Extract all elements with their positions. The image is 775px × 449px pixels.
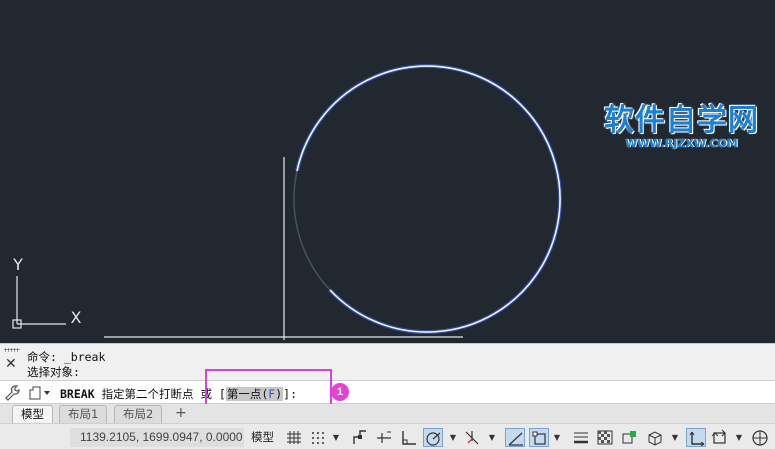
infer-constraints-icon[interactable]: [350, 428, 370, 447]
watermark: 软件自学网 WWW.RJZXW.COM: [604, 104, 759, 150]
object-snap-icon[interactable]: [529, 428, 549, 447]
close-icon[interactable]: ✕: [5, 356, 17, 372]
command-suffix: ]:: [283, 387, 298, 401]
option-first-point[interactable]: 第一点(F): [225, 387, 284, 401]
watermark-title: 软件自学网: [604, 103, 759, 138]
command-line[interactable]: BREAK 指定第二个打断点 或 [第一点(F)]:: [0, 380, 775, 404]
object-snap-dropdown-icon[interactable]: ▼: [552, 428, 562, 447]
drawing-svg[interactable]: Y X: [0, 0, 775, 343]
circle-arc-glow: [295, 64, 562, 334]
isodraft-icon[interactable]: [462, 428, 482, 447]
add-layout-icon[interactable]: +: [175, 405, 187, 421]
ortho-icon[interactable]: [399, 428, 419, 447]
model-space-button[interactable]: 模型: [247, 428, 278, 447]
wrench-icon[interactable]: [4, 384, 20, 402]
annotation-monitor-icon[interactable]: [710, 428, 730, 447]
drawing-canvas[interactable]: Y X 软件自学网 WWW.RJZXW.COM: [0, 0, 775, 343]
selection-cycling-icon[interactable]: [620, 428, 640, 447]
ucs-y-label: Y: [12, 255, 23, 274]
polar-dropdown-icon[interactable]: ▼: [448, 428, 458, 447]
tab-model[interactable]: 模型: [12, 405, 53, 423]
tab-layout1[interactable]: 布局1: [59, 405, 108, 423]
status-bar: 1139.2105, 1699.0947, 0.0000 模型 ▼ ▼ ▼ ▼ …: [0, 423, 775, 449]
snap-dropdown-icon[interactable]: ▼: [331, 428, 341, 447]
grid-icon[interactable]: [284, 428, 304, 447]
watermark-url: WWW.RJZXW.COM: [625, 137, 738, 150]
tab-layout2[interactable]: 布局2: [114, 405, 163, 423]
ucs-toggle-icon[interactable]: [686, 428, 706, 447]
history-line-1: 命令: _break: [27, 350, 106, 364]
annotation-badge: 1: [331, 383, 349, 401]
coordinates-readout[interactable]: 1139.2105, 1699.0947, 0.0000: [70, 428, 244, 447]
annotation-dropdown-icon[interactable]: ▼: [734, 428, 744, 447]
3d-object-snap-icon[interactable]: [645, 428, 665, 447]
command-prompt: 指定第二个打断点 或 [: [101, 387, 226, 401]
command-prompt-icon[interactable]: [28, 386, 52, 400]
isodraft-dropdown-icon[interactable]: ▼: [487, 428, 497, 447]
command-history: ✕ 命令: _break 选择对象:: [0, 343, 775, 380]
circle-removed-arc: [293, 170, 331, 291]
command-name: BREAK: [60, 387, 95, 401]
object-snap-tracking-icon[interactable]: [505, 428, 525, 447]
history-line-2: 选择对象:: [27, 365, 80, 379]
ucs-x-label: X: [71, 308, 82, 327]
transparency-icon[interactable]: [595, 428, 615, 447]
drag-grip-icon[interactable]: [4, 348, 20, 352]
lineweight-icon[interactable]: [571, 428, 591, 447]
command-prompt-text[interactable]: BREAK 指定第二个打断点 或 [第一点(F)]:: [60, 386, 297, 402]
3d-snap-dropdown-icon[interactable]: ▼: [670, 428, 680, 447]
polar-tracking-icon[interactable]: [423, 428, 443, 447]
snap-icon[interactable]: [308, 428, 328, 447]
ucs-icon: [12, 276, 66, 329]
layout-tabs: 模型 布局1 布局2 +: [0, 404, 775, 423]
workspace-icon[interactable]: [750, 428, 770, 447]
dynamic-input-icon[interactable]: [374, 428, 394, 447]
